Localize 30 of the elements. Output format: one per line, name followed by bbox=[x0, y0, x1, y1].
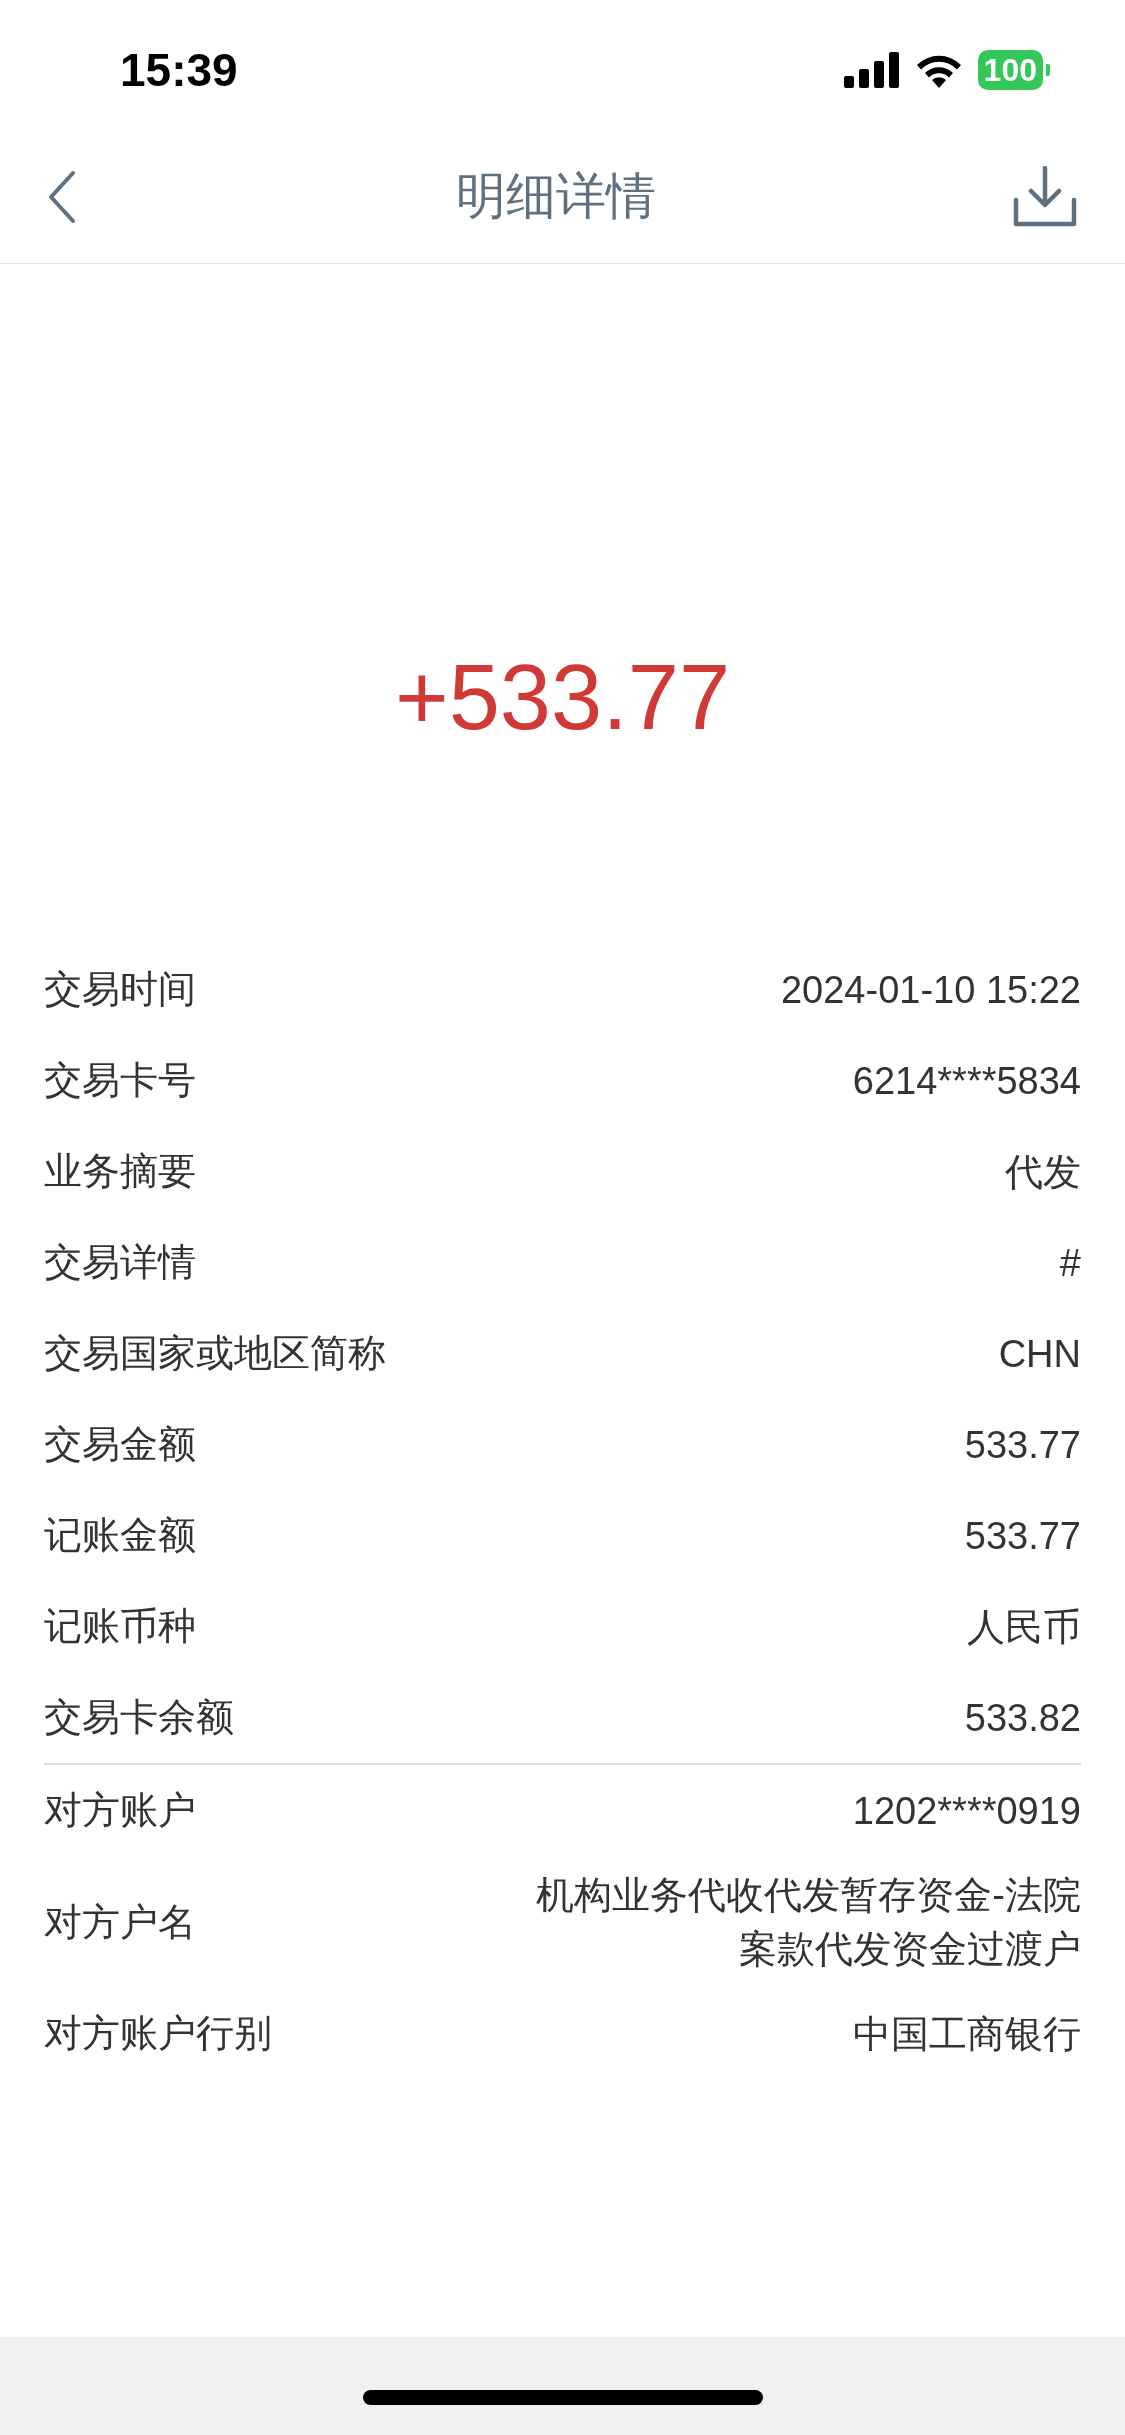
field-label: 交易卡号 bbox=[44, 1058, 196, 1103]
field-label: 交易详情 bbox=[44, 1240, 196, 1285]
field-label: 交易时间 bbox=[44, 967, 196, 1012]
field-value: 533.77 bbox=[964, 1422, 1081, 1468]
field-label: 业务摘要 bbox=[44, 1149, 196, 1194]
field-label: 对方账户行别 bbox=[44, 2011, 272, 2056]
battery-level: 100 bbox=[977, 50, 1043, 90]
field-value: CHN bbox=[998, 1331, 1081, 1377]
field-value: 533.82 bbox=[964, 1695, 1081, 1741]
page-title: 明细详情 bbox=[455, 167, 656, 226]
field-label: 记账币种 bbox=[44, 1604, 196, 1649]
amount-text: +533.77 bbox=[394, 645, 731, 750]
download-button[interactable] bbox=[1013, 164, 1077, 229]
field-value: 机构业务代收代发暂存资金-法院 案款代发资金过渡户 bbox=[536, 1873, 1081, 1972]
field-value: 人民币 bbox=[967, 1604, 1081, 1650]
field-value: 533.77 bbox=[964, 1513, 1081, 1559]
field-label: 交易金额 bbox=[44, 1422, 196, 1467]
field-value: 代发 bbox=[1005, 1149, 1081, 1195]
field-value: 2024-01-10 15:22 bbox=[780, 967, 1081, 1013]
field-label: 交易国家或地区简称 bbox=[44, 1331, 386, 1376]
field-label: 对方账户 bbox=[44, 1788, 196, 1833]
field-value: 6214****5834 bbox=[852, 1058, 1081, 1104]
field-label: 对方户名 bbox=[44, 1899, 196, 1945]
field-label: 交易卡余额 bbox=[44, 1695, 234, 1740]
field-label: 记账金额 bbox=[44, 1513, 196, 1558]
status-time: 15:39 bbox=[120, 42, 238, 98]
field-value: # bbox=[1059, 1240, 1081, 1286]
field-value: 1202****0919 bbox=[852, 1788, 1081, 1834]
signal-icon bbox=[843, 52, 900, 88]
field-value: 中国工商银行 bbox=[853, 2011, 1081, 2057]
